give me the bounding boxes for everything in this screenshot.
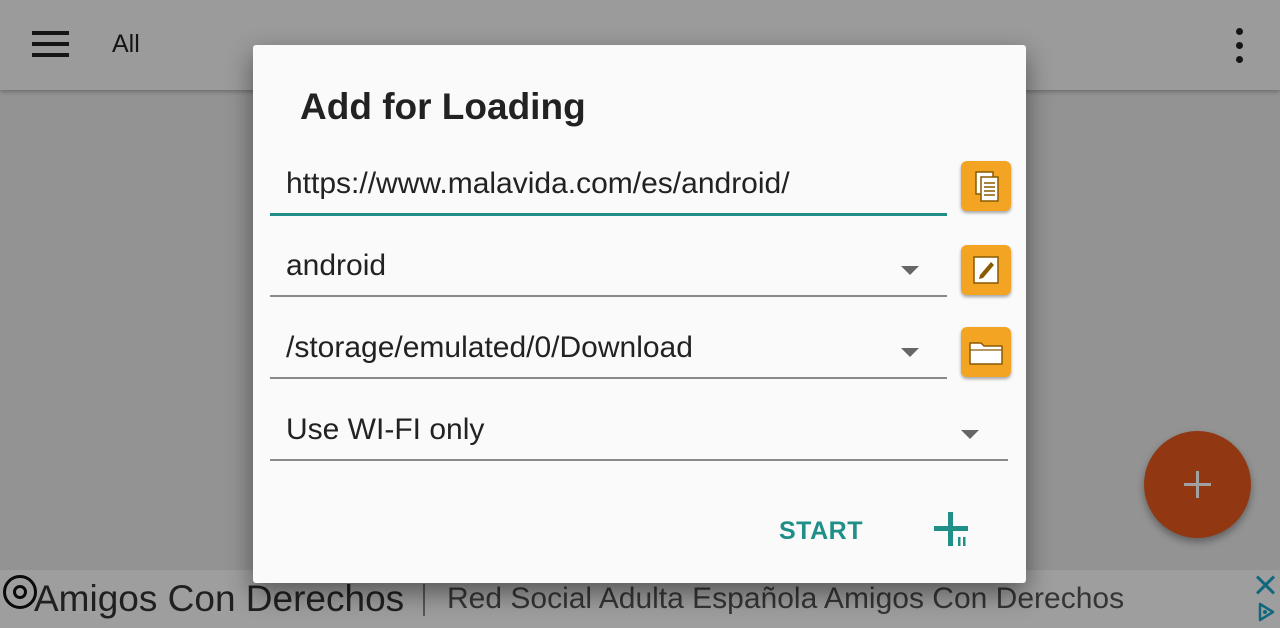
chevron-down-icon — [901, 266, 919, 275]
folder-value: /storage/emulated/0/Download — [286, 331, 693, 364]
add-to-queue-button[interactable] — [930, 510, 978, 552]
start-button[interactable]: START — [771, 513, 871, 550]
url-value: https://www.malavida.com/es/android/ — [286, 167, 790, 200]
network-select[interactable]: Use WI-FI only — [270, 409, 1008, 461]
screen: All Amigos Con Derechos Red Social Adult… — [0, 0, 1280, 628]
paste-icon — [975, 171, 999, 202]
category-value: android — [286, 249, 387, 282]
folder-icon — [969, 342, 1003, 365]
chevron-down-icon — [901, 348, 919, 357]
add-for-loading-dialog: Add for Loading https://www.malavida.com… — [253, 45, 1026, 583]
pencil-icon — [973, 256, 999, 284]
edit-category-button[interactable] — [961, 245, 1011, 295]
choose-folder-button[interactable] — [961, 327, 1011, 377]
chevron-down-icon — [961, 430, 979, 439]
paste-button[interactable] — [961, 161, 1011, 211]
category-select[interactable]: android — [270, 245, 947, 297]
folder-select[interactable]: /storage/emulated/0/Download — [270, 327, 947, 379]
add-to-queue-icon — [934, 512, 968, 546]
network-value: Use WI-FI only — [286, 413, 485, 446]
url-input[interactable]: https://www.malavida.com/es/android/ — [270, 163, 947, 216]
dialog-title: Add for Loading — [300, 86, 586, 127]
